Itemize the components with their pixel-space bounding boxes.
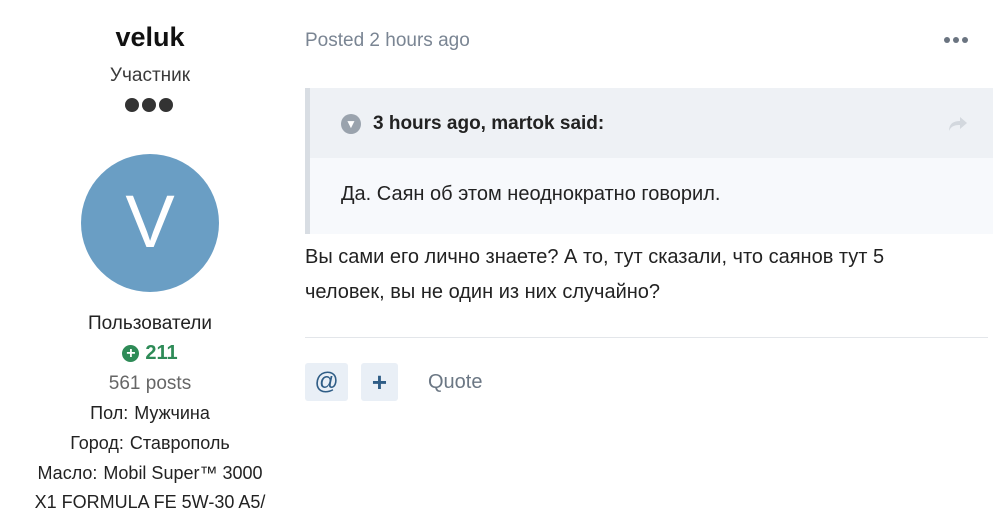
author-post-count[interactable]: 561 posts — [0, 373, 300, 395]
quote-button[interactable]: Quote — [428, 371, 482, 394]
quote-block: ▼ 3 hours ago, martok said: Да. Саян об … — [305, 88, 993, 234]
field-key: Город: — [70, 433, 124, 453]
author-rank: Участник — [109, 65, 191, 86]
author-name[interactable]: veluk — [0, 22, 300, 53]
reputation-count: 211 — [145, 342, 178, 364]
plus-circle-icon: + — [122, 345, 140, 362]
field-value: Мужчина — [134, 403, 210, 423]
chevron-down-icon[interactable]: ▼ — [341, 114, 361, 134]
forum-post: veluk Участник V Пользователи + 211 561 … — [0, 0, 1000, 508]
field-key: Пол: — [90, 403, 129, 423]
rank-pip — [125, 98, 139, 112]
field-value: Mobil Super™ 3000 — [103, 463, 263, 483]
more-options-icon[interactable] — [944, 33, 970, 47]
rank-pips-icon — [125, 98, 173, 112]
mention-button[interactable]: @ — [305, 363, 348, 401]
share-arrow-icon[interactable] — [948, 115, 968, 133]
author-field-gender: Пол: Мужчина — [0, 403, 300, 424]
post-text-line: человек, вы не один из них случайно? — [305, 281, 661, 303]
field-value: X1 FORMULA FE 5W-30 A5/ — [34, 492, 266, 508]
post-text-line: Вы сами его лично знаете? А то, тут сказ… — [305, 246, 885, 268]
avatar[interactable]: V — [81, 154, 219, 292]
post-content: Вы сами его лично знаете? А то, тут сказ… — [305, 240, 985, 310]
author-field-city: Город: Ставрополь — [0, 433, 300, 454]
field-key: Масло: — [37, 463, 98, 483]
quote-text: Да. Саян об этом неоднократно говорил. — [341, 183, 721, 205]
quote-citation: 3 hours ago, martok said: — [373, 113, 605, 134]
plus-icon: + — [371, 367, 388, 397]
reputation-badge: + 211 — [0, 342, 300, 365]
rank-pip — [159, 98, 173, 112]
at-icon: @ — [314, 368, 339, 395]
author-field-oil: Масло: Mobil Super™ 3000 — [0, 463, 300, 484]
quote-header: ▼ 3 hours ago, martok said: — [310, 88, 993, 158]
multiquote-button[interactable]: + — [361, 363, 398, 401]
author-field-oil-continued: X1 FORMULA FE 5W-30 A5/ — [0, 492, 300, 508]
dot — [944, 37, 950, 43]
post-timestamp[interactable]: Posted 2 hours ago — [305, 30, 470, 52]
rank-pip — [142, 98, 156, 112]
field-value: Ставрополь — [129, 433, 230, 453]
avatar-letter: V — [125, 180, 175, 263]
dot — [962, 37, 968, 43]
author-group: Пользователи — [87, 313, 212, 334]
divider — [305, 337, 988, 338]
dot — [953, 37, 959, 43]
